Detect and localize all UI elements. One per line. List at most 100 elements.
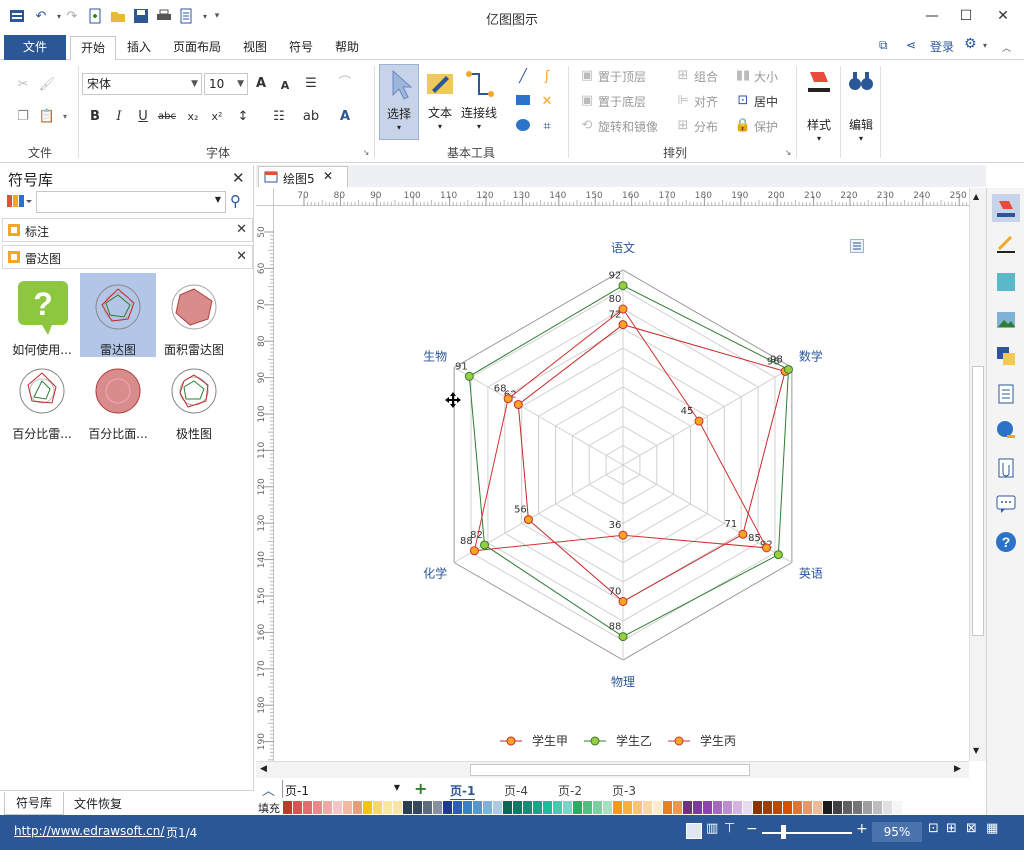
- color-swatch[interactable]: [703, 801, 712, 814]
- color-swatch[interactable]: [713, 801, 722, 814]
- tab-symbol-library[interactable]: 符号库: [4, 792, 64, 815]
- document-tab-close-icon[interactable]: ✕: [323, 169, 333, 183]
- radar-data-point[interactable]: [694, 416, 704, 426]
- category-close-icon[interactable]: ✕: [236, 222, 247, 237]
- drawing-canvas[interactable]: 语文数学英语物理化学生物7296717056629298928882918045…: [275, 207, 969, 761]
- cross-point-icon[interactable]: ✕: [538, 93, 556, 111]
- color-swatch[interactable]: [583, 801, 592, 814]
- shadow-panel-icon[interactable]: [992, 268, 1020, 296]
- page-tab-1[interactable]: 页-1: [450, 782, 476, 801]
- library-close-icon[interactable]: ✕: [232, 169, 245, 187]
- bold-icon[interactable]: B: [86, 108, 104, 126]
- color-swatch[interactable]: [753, 801, 762, 814]
- line-panel-icon[interactable]: [992, 230, 1020, 258]
- reading-view-icon[interactable]: ▥: [706, 821, 718, 836]
- color-swatch[interactable]: [673, 801, 682, 814]
- radar-data-point[interactable]: [618, 304, 628, 314]
- color-swatch[interactable]: [683, 801, 692, 814]
- zoom-out-icon[interactable]: −: [746, 821, 758, 837]
- document-tab[interactable]: 绘图5 ✕: [258, 166, 348, 187]
- color-swatch[interactable]: [743, 801, 752, 814]
- horizontal-scrollbar[interactable]: ◀ ▶: [256, 761, 969, 778]
- minimize-button[interactable]: —: [918, 6, 946, 26]
- color-swatch[interactable]: [613, 801, 622, 814]
- color-swatch[interactable]: [473, 801, 482, 814]
- add-page-icon[interactable]: +: [414, 779, 427, 798]
- hyperlink-panel-icon[interactable]: [992, 416, 1020, 444]
- scroll-up-icon[interactable]: ▲: [973, 192, 979, 201]
- close-button[interactable]: ✕: [989, 6, 1017, 26]
- distribute-icon[interactable]: ⊞: [674, 117, 692, 135]
- color-swatch[interactable]: [843, 801, 852, 814]
- zoom-slider-thumb[interactable]: [781, 825, 786, 839]
- normal-view-icon[interactable]: [686, 823, 702, 839]
- color-swatch[interactable]: [443, 801, 452, 814]
- shape-percent-radar[interactable]: 百分比雷...: [4, 361, 80, 445]
- radar-chart[interactable]: 语文数学英语物理化学生物7296717056629298928882918045…: [275, 207, 969, 761]
- strikethrough-icon[interactable]: abc: [158, 108, 176, 126]
- line-tool-icon[interactable]: ╱: [514, 68, 532, 86]
- color-swatch[interactable]: [833, 801, 842, 814]
- chart-options-icon[interactable]: [850, 239, 864, 253]
- horizontal-scroll-thumb[interactable]: [470, 764, 750, 776]
- color-swatch[interactable]: [313, 801, 322, 814]
- lock-icon[interactable]: 🔒: [734, 117, 752, 135]
- cut-icon[interactable]: ✂: [14, 76, 32, 94]
- radar-data-point[interactable]: [513, 400, 523, 410]
- tab-symbol[interactable]: 符号: [289, 38, 313, 55]
- page-tab-4[interactable]: 页-4: [504, 782, 528, 799]
- collapse-ribbon-icon[interactable]: ︿: [1002, 41, 1011, 54]
- grid-icon[interactable]: ▦: [986, 821, 998, 836]
- tab-page-layout[interactable]: 页面布局: [173, 38, 221, 55]
- settings-dropdown-icon[interactable]: ▾: [983, 41, 987, 50]
- format-painter-icon[interactable]: 🖌: [38, 76, 56, 94]
- size-button[interactable]: 大小: [754, 68, 778, 85]
- italic-icon[interactable]: I: [110, 108, 128, 126]
- fit-width-icon[interactable]: ⊞: [946, 821, 957, 836]
- arrange-dialog-launcher-icon[interactable]: ↘: [779, 144, 797, 162]
- group-icon[interactable]: ⊞: [674, 67, 692, 85]
- color-swatch[interactable]: [873, 801, 882, 814]
- tab-insert[interactable]: 插入: [127, 38, 151, 55]
- library-category-callout[interactable]: 标注 ✕: [2, 218, 253, 242]
- layer-panel-icon[interactable]: [992, 342, 1020, 370]
- font-dialog-launcher-icon[interactable]: ↘: [357, 144, 375, 162]
- radar-data-point[interactable]: [773, 550, 783, 560]
- subscript-icon[interactable]: x₂: [184, 108, 202, 126]
- superscript-icon[interactable]: x²: [208, 108, 226, 126]
- vertical-scroll-thumb[interactable]: [972, 366, 984, 636]
- page-tab-2[interactable]: 页-2: [558, 782, 582, 799]
- share-screen-icon[interactable]: ⧉: [879, 38, 888, 53]
- color-swatch[interactable]: [593, 801, 602, 814]
- color-swatch[interactable]: [403, 801, 412, 814]
- ellipse-tool-icon[interactable]: [514, 118, 532, 136]
- search-icon[interactable]: ⚲: [230, 192, 241, 210]
- align-text-icon[interactable]: ☰: [302, 75, 320, 93]
- help-icon[interactable]: ?: [992, 528, 1020, 556]
- color-swatch[interactable]: [853, 801, 862, 814]
- text-direction-icon[interactable]: ⌒: [336, 75, 354, 93]
- copy-icon[interactable]: ❐: [14, 108, 32, 126]
- color-swatch[interactable]: [303, 801, 312, 814]
- comment-panel-icon[interactable]: [992, 490, 1020, 518]
- color-swatch[interactable]: [893, 801, 902, 814]
- underline-icon[interactable]: U: [134, 108, 152, 126]
- align-icon[interactable]: ⊫: [674, 92, 692, 110]
- zoom-slider-track[interactable]: [762, 832, 852, 834]
- color-swatch[interactable]: [643, 801, 652, 814]
- color-swatch[interactable]: [813, 801, 822, 814]
- page-select[interactable]: 页-1 ▼: [282, 780, 404, 798]
- font-color-icon[interactable]: A: [336, 108, 354, 126]
- color-swatch[interactable]: [883, 801, 892, 814]
- arc-tool-icon[interactable]: ʃ: [538, 68, 556, 86]
- send-back-button[interactable]: 置于底层: [598, 93, 646, 110]
- color-swatch[interactable]: [663, 801, 672, 814]
- settings-gear-icon[interactable]: ⚙: [964, 36, 977, 52]
- radar-data-point[interactable]: [618, 597, 628, 606]
- color-swatch[interactable]: [363, 801, 372, 814]
- page-tab-3[interactable]: 页-3: [612, 782, 636, 799]
- attachment-panel-icon[interactable]: [992, 454, 1020, 482]
- color-swatch[interactable]: [353, 801, 362, 814]
- page-bar-collapse-icon[interactable]: ︿: [262, 780, 275, 799]
- radar-data-point[interactable]: [618, 632, 628, 642]
